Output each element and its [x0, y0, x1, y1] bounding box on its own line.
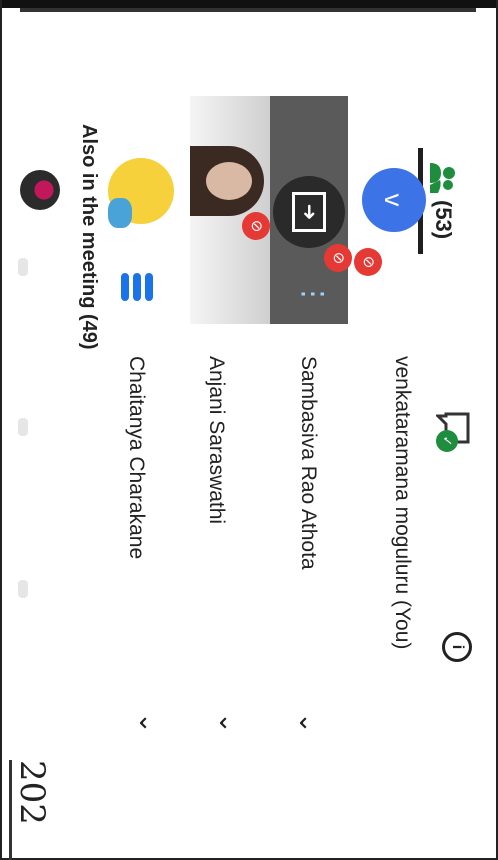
video-tile: [190, 96, 270, 324]
faint-mark: [18, 418, 28, 436]
participant-row[interactable]: ⊘ Anjani Saraswathi ⌄: [190, 0, 270, 860]
section-header: Also in the meeting (49): [78, 124, 100, 350]
handwritten-note: 202: [12, 760, 52, 825]
avatar: v: [362, 168, 426, 232]
participants-panel: (53) ✓ i v ⊘ venkataramana moguluru (You…: [0, 0, 498, 860]
muted-mic-icon: ⊘: [354, 248, 382, 276]
participant-row[interactable]: v ⊘ venkataramana moguluru (You): [348, 0, 498, 860]
more-options-icon[interactable]: ⋮: [298, 280, 329, 310]
participant-name: Sambasiva Rao Athota: [297, 356, 320, 570]
chevron-down-icon[interactable]: ⌄: [133, 712, 164, 734]
participant-name: Chaitanya Charakane: [125, 356, 148, 560]
present-screen-icon: ➜: [292, 192, 326, 232]
faint-mark: [18, 258, 28, 276]
muted-mic-icon: ⊘: [242, 212, 270, 240]
muted-mic-icon: ⊘: [324, 244, 352, 272]
avatar-detail: [108, 198, 132, 228]
avatar: [20, 170, 60, 210]
face: [206, 162, 252, 200]
chevron-down-icon[interactable]: ⌄: [213, 712, 244, 734]
presentation-tile: ➜ ⋮: [270, 96, 348, 324]
handwritten-underline: [9, 760, 12, 860]
chevron-down-icon[interactable]: ⌄: [293, 712, 324, 734]
participant-row[interactable]: Chaitanya Charakane ⌄: [100, 0, 190, 860]
participant-row[interactable]: ➜ ⋮ ⊘ Sambasiva Rao Athota ⌄: [270, 0, 352, 860]
participant-name: Anjani Saraswathi: [205, 356, 228, 525]
speaking-indicator-icon: [119, 273, 153, 301]
participant-name: venkataramana moguluru (You): [391, 356, 414, 650]
faint-mark: [18, 580, 28, 598]
